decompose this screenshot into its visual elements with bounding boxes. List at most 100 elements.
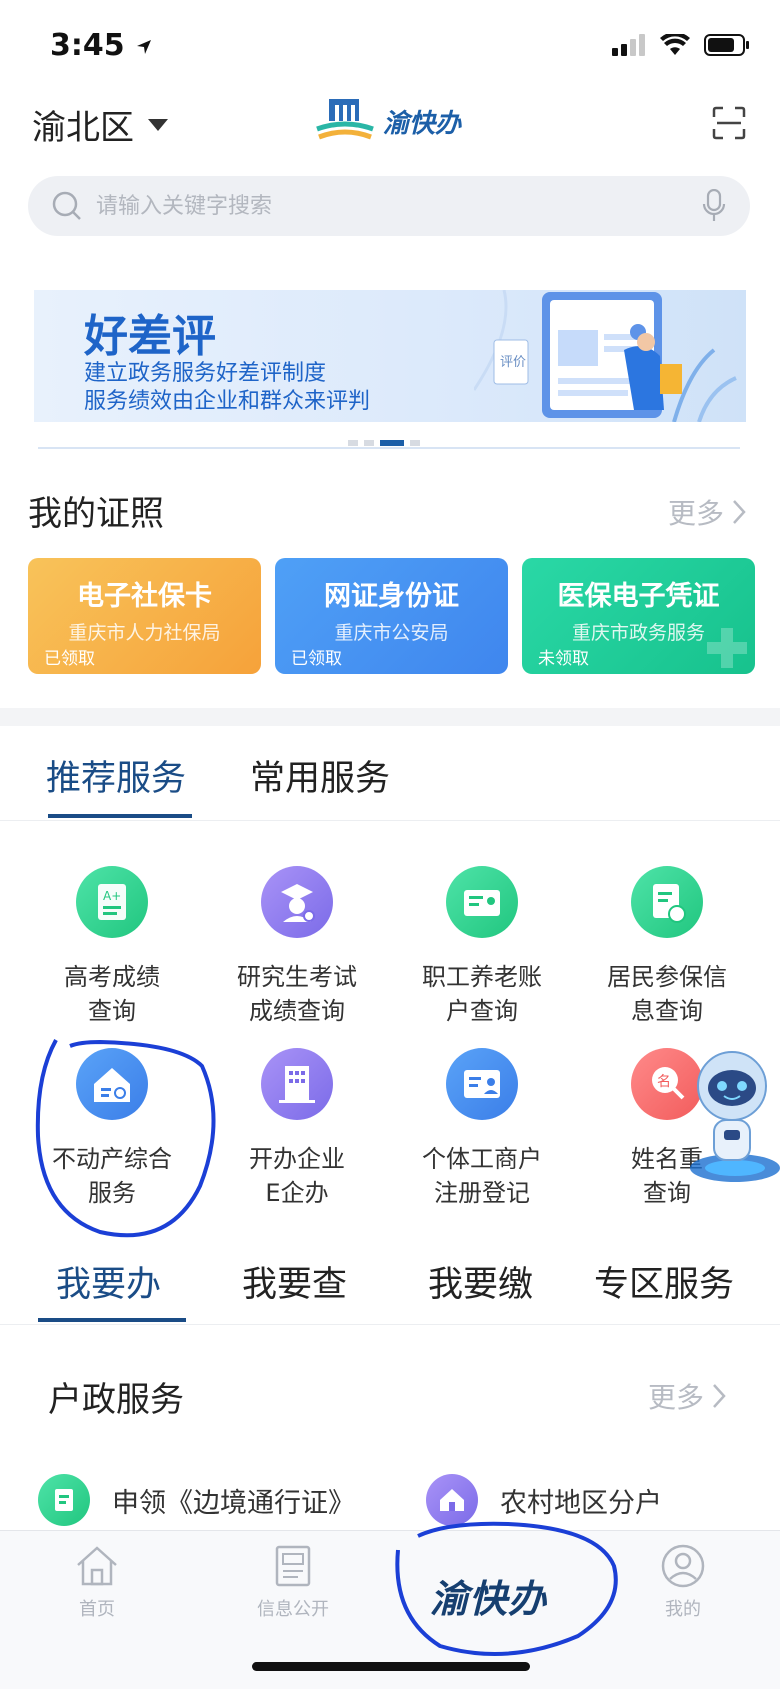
microphone-icon[interactable] (702, 189, 726, 223)
card-org: 重庆市人力社保局 (68, 622, 221, 644)
service-resident-insurance[interactable]: 居民参保信 息查询 (577, 866, 757, 1028)
location-arrow-icon (137, 39, 152, 54)
service-label: E企办 (265, 1179, 329, 1207)
card-name: 电子社保卡 (77, 581, 212, 612)
nav-info-label: 信息公开 (257, 1599, 329, 1620)
service-gaokao[interactable]: A+ 高考成绩查询 (22, 866, 202, 1028)
service-label: 不动产综合 (52, 1145, 172, 1173)
nav-mine[interactable]: 我的 (618, 1543, 748, 1621)
list-item[interactable]: 申领《边境通行证》 (38, 1474, 355, 1526)
svg-text:A+: A+ (103, 889, 121, 903)
card-name: 网证身份证 (324, 581, 459, 612)
tab-query[interactable]: 我要查 (242, 1256, 347, 1307)
banner-illustration: 评价 (474, 290, 737, 422)
home-icon (77, 1546, 117, 1586)
logo-text: 渝快办 (383, 108, 462, 139)
tab-common[interactable]: 常用服务 (250, 750, 390, 801)
list-item[interactable]: 农村地区分户 (426, 1474, 662, 1526)
service-pension-account[interactable]: 职工养老账 户查询 (392, 866, 572, 1028)
banner-baseline (38, 447, 740, 449)
tab-special[interactable]: 专区服务 (594, 1256, 734, 1307)
region-selector[interactable]: 渝北区 (32, 100, 168, 149)
carousel-dot[interactable] (364, 440, 374, 446)
service-label: 成绩查询 (249, 997, 345, 1025)
caret-down-icon (148, 118, 168, 131)
card-state: 未领取 (538, 649, 589, 669)
id-folder-icon (446, 1048, 518, 1120)
passport-icon (38, 1474, 90, 1526)
service-open-business[interactable]: 开办企业 E企办 (207, 1048, 387, 1210)
chevron-right-icon (713, 1384, 726, 1408)
cellular-signal-icon (612, 34, 645, 56)
service-label: 查询 (88, 997, 136, 1025)
status-time: 3:45 (50, 28, 153, 63)
carousel-dot-active[interactable] (380, 440, 404, 446)
service-real-estate[interactable]: 不动产综合 服务 (22, 1048, 202, 1210)
search-icon (52, 191, 81, 220)
exam-score-icon: A+ (76, 866, 148, 938)
search-input[interactable] (94, 192, 702, 220)
robot-assistant-icon[interactable] (680, 1046, 780, 1186)
nav-home[interactable]: 首页 (32, 1543, 162, 1621)
service-label: 注册登记 (434, 1179, 530, 1207)
certificates-title: 我的证照 (28, 494, 164, 534)
user-icon (661, 1544, 705, 1588)
banner-subtitle: 建立政务服务好差评制度 服务绩效由企业和群众来评判 (84, 360, 370, 416)
service-label: 研究生考试 (237, 963, 357, 991)
medical-insurance-card[interactable]: 医保电子凭证 重庆市政务服务 未领取 (522, 558, 755, 674)
wifi-icon (660, 34, 690, 55)
nav-home-label: 首页 (79, 1599, 115, 1620)
graduate-icon (261, 866, 333, 938)
service-label: 户查询 (446, 997, 518, 1025)
nav-info[interactable]: 信息公开 (228, 1543, 358, 1621)
logo-emblem-icon (316, 99, 374, 140)
id-card[interactable]: 网证身份证 重庆市公安局 已领取 (275, 558, 508, 674)
more-label: 更多 (668, 497, 725, 530)
nav-center-logo[interactable]: 渝快办 (430, 1568, 547, 1623)
service-label: 高考成绩 (64, 963, 160, 991)
battery-icon (704, 34, 749, 56)
carousel-dot[interactable] (348, 440, 358, 446)
card-state: 已领取 (44, 649, 95, 669)
house-split-icon (426, 1474, 478, 1526)
search-bar[interactable] (28, 176, 750, 236)
scan-icon[interactable] (712, 106, 746, 140)
svg-text:名: 名 (657, 1074, 671, 1090)
tab-recommended[interactable]: 推荐服务 (46, 750, 186, 801)
social-security-card[interactable]: 电子社保卡 重庆市人力社保局 已领取 (28, 558, 261, 674)
huzheng-more-link[interactable]: 更多 (648, 1376, 726, 1416)
more-label: 更多 (648, 1381, 705, 1414)
account-card-icon (446, 866, 518, 938)
banner-tag: 评价 (500, 355, 526, 370)
list-item-label: 申领《边境通行证》 (112, 1487, 355, 1519)
service-label: 服务 (88, 1179, 136, 1207)
service-label: 息查询 (631, 997, 703, 1025)
banner-title: 好差评 (84, 311, 216, 362)
tab-pay[interactable]: 我要缴 (428, 1256, 533, 1307)
service-label: 个体工商户 (422, 1145, 542, 1173)
service-label: 居民参保信 (607, 963, 727, 991)
service-label: 开办企业 (249, 1145, 345, 1173)
certificates-more-link[interactable]: 更多 (668, 492, 746, 532)
nav-mine-label: 我的 (665, 1599, 701, 1620)
status-icons (612, 34, 750, 56)
card-org: 重庆市公安局 (334, 622, 449, 644)
insurance-doc-icon (631, 866, 703, 938)
tab-todo[interactable]: 我要办 (56, 1256, 161, 1307)
banner-line1: 建立政务服务好差评制度 (84, 361, 327, 386)
section-divider (0, 708, 780, 726)
banner-line2: 服务绩效由企业和群众来评判 (84, 389, 371, 414)
huzheng-title: 户政服务 (48, 1380, 184, 1420)
card-state: 已领取 (291, 649, 342, 669)
document-icon (275, 1545, 311, 1587)
time-text: 3:45 (50, 28, 125, 63)
region-label: 渝北区 (32, 108, 134, 148)
home-indicator (252, 1662, 530, 1671)
service-individual-business[interactable]: 个体工商户 注册登记 (392, 1048, 572, 1210)
carousel-dot[interactable] (410, 440, 420, 446)
carousel-indicator[interactable] (348, 440, 420, 446)
promo-banner[interactable]: 好差评 建立政务服务好差评制度 服务绩效由企业和群众来评判 评价 (34, 290, 746, 422)
card-name: 医保电子凭证 (557, 581, 720, 612)
house-icon (76, 1048, 148, 1120)
service-graduate-exam[interactable]: 研究生考试 成绩查询 (207, 866, 387, 1028)
